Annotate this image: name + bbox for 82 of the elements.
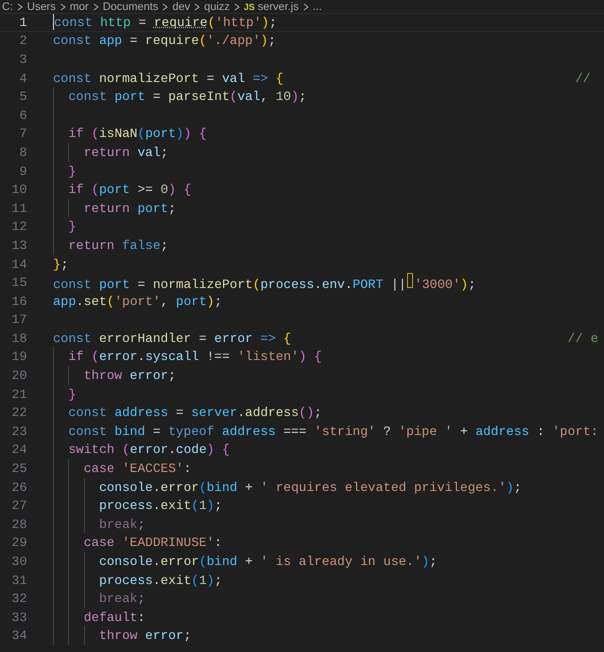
line-number: 7 bbox=[18, 126, 27, 142]
line-number: 19 bbox=[10, 349, 27, 364]
line-number: 32 bbox=[10, 591, 27, 606]
code-line: return false; bbox=[67, 238, 168, 253]
code-line: if (error.syscall !== 'listen') { bbox=[67, 349, 322, 364]
code-line: const bind = typeof address === 'string' ? 'pipe ' + address : 'port: bbox=[67, 424, 598, 439]
breadcrumb-item[interactable]: ... bbox=[312, 0, 322, 12]
breadcrumb-item[interactable]: Users bbox=[27, 0, 56, 12]
line-number: 29 bbox=[10, 535, 27, 550]
code-line: process.exit(1); bbox=[98, 498, 222, 514]
line-number: 14 bbox=[10, 256, 27, 272]
code-line: throw error; bbox=[82, 368, 176, 384]
code-line: } bbox=[67, 386, 76, 402]
breadcrumb-item[interactable]: Documents bbox=[102, 0, 158, 12]
line-number: 13 bbox=[10, 238, 27, 253]
line-number: 11 bbox=[10, 200, 27, 216]
code-line: default: bbox=[82, 610, 146, 625]
breadcrumb-item[interactable]: dev bbox=[172, 0, 190, 12]
line-number: 34 bbox=[10, 628, 27, 644]
code-line: } bbox=[67, 164, 76, 179]
code-line: const normalizePort = val => { // bbox=[53, 70, 591, 86]
line-number: 4 bbox=[18, 70, 27, 86]
breadcrumb-item[interactable]: C: bbox=[2, 0, 13, 12]
code-line: const port = parseInt(val, 10); bbox=[67, 89, 306, 104]
code-line: console.error(bind + ' is already in use.'); bbox=[98, 554, 438, 570]
code-line: if (port >= 0) { bbox=[67, 182, 192, 198]
line-number: 21 bbox=[10, 386, 27, 402]
code-line: switch (error.code) { bbox=[67, 442, 230, 458]
line-number: 12 bbox=[10, 219, 27, 234]
line-number: 20 bbox=[10, 368, 27, 384]
code-line: return val; bbox=[82, 144, 168, 160]
line-number: 9 bbox=[18, 164, 27, 179]
code-line: process.exit(1); bbox=[98, 572, 222, 588]
text-cursor bbox=[53, 14, 54, 30]
line-number: 5 bbox=[18, 89, 27, 104]
code-line: }; bbox=[53, 256, 68, 272]
code-line: case 'EADDRINUSE': bbox=[82, 535, 222, 550]
chevron-icon bbox=[58, 2, 67, 10]
line-number: 28 bbox=[10, 516, 27, 532]
code-line: const errorHandler = error => { // e bbox=[53, 330, 598, 346]
line-number: 15 bbox=[10, 275, 27, 290]
line-number: 1 bbox=[18, 14, 27, 30]
chevron-icon bbox=[302, 2, 310, 10]
chevron-icon bbox=[161, 2, 170, 10]
chevron-icon bbox=[193, 2, 202, 10]
line-number: 23 bbox=[10, 424, 27, 439]
code-line: app.set('port', port); bbox=[53, 294, 222, 309]
line-number: 30 bbox=[10, 554, 27, 570]
line-number: 16 bbox=[10, 294, 27, 309]
code-line: const http = require('http'); bbox=[54, 14, 277, 30]
line-number: 31 bbox=[10, 572, 27, 588]
breadcrumb-item[interactable]: mor bbox=[70, 0, 89, 12]
chevron-icon bbox=[92, 2, 100, 10]
breadcrumb-item[interactable]: quizz bbox=[204, 0, 230, 12]
code-line: const port = normalizePort(process.env.PORT || '3000'); bbox=[53, 273, 476, 292]
code-line: return port; bbox=[82, 200, 176, 216]
breadcrumb-item[interactable]: JS server.js bbox=[244, 0, 299, 12]
code-line: if (isNaN(port)) { bbox=[67, 126, 207, 142]
line-number: 17 bbox=[10, 312, 27, 328]
line-number: 24 bbox=[10, 442, 27, 458]
line-number: 3 bbox=[18, 52, 27, 67]
line-number: 8 bbox=[18, 144, 27, 160]
code-line: const address = server.address(); bbox=[67, 405, 322, 420]
code-line: break; bbox=[98, 516, 146, 532]
line-number: 10 bbox=[10, 182, 27, 198]
code-line: console.error(bind + ' requires elevated privileges.'); bbox=[98, 480, 522, 495]
chevron-icon bbox=[16, 2, 24, 10]
line-number: 27 bbox=[10, 498, 27, 514]
line-number: 33 bbox=[10, 610, 27, 625]
line-number: 6 bbox=[18, 108, 27, 123]
code-line: throw error; bbox=[98, 628, 192, 644]
code-line: case 'EACCES': bbox=[82, 461, 192, 476]
js-file-icon: JS bbox=[244, 2, 255, 12]
line-number: 18 bbox=[10, 330, 27, 346]
code-line: break; bbox=[98, 591, 146, 606]
line-number: 22 bbox=[10, 405, 27, 420]
code-line: } bbox=[67, 219, 76, 234]
code-line: const app = require('./app'); bbox=[53, 33, 276, 48]
line-number: 2 bbox=[18, 33, 27, 48]
chevron-icon bbox=[232, 2, 241, 10]
line-number: 25 bbox=[10, 461, 27, 476]
line-number: 26 bbox=[10, 480, 27, 495]
